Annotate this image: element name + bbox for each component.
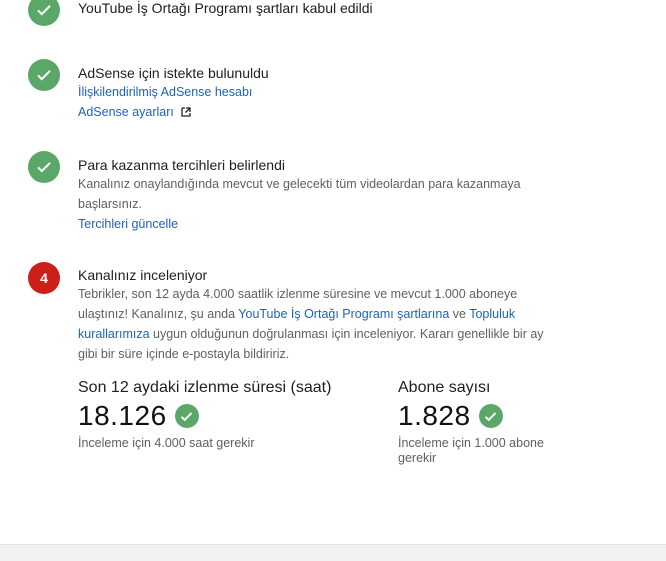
external-link-icon xyxy=(181,103,192,123)
stat-value: 1.828 xyxy=(398,400,471,431)
step-number-badge: 4 xyxy=(28,262,60,294)
step-title: AdSense için istekte bulunuldu xyxy=(78,65,269,81)
adsense-settings-link[interactable]: AdSense ayarları xyxy=(78,102,548,123)
step-title: YouTube İş Ortağı Programı şartları kabu… xyxy=(78,0,373,16)
description-text: ve xyxy=(449,307,470,321)
step-description: Kanalınız onaylandığında mevcut ve gelec… xyxy=(78,174,548,214)
check-circle-icon xyxy=(28,59,60,91)
step-title: Kanalınız inceleniyor xyxy=(78,267,208,283)
watch-time-stat: Son 12 aydaki izlenme süresi (saat) 18.1… xyxy=(78,378,368,451)
description-line: başlarsınız. xyxy=(78,197,142,211)
stat-requirement: İnceleme için 1.000 abone gerekir xyxy=(398,436,544,465)
stat-label: Abone sayısı xyxy=(398,379,491,396)
check-circle-icon xyxy=(28,151,60,183)
check-circle-icon xyxy=(28,0,60,26)
link-label: AdSense ayarları xyxy=(78,105,174,119)
stat-value: 18.126 xyxy=(78,400,167,431)
subscribers-stat: Abone sayısı 1.828 İnceleme için 1.000 a… xyxy=(398,378,563,466)
ypp-terms-link[interactable]: YouTube İş Ortağı Programı şartlarına xyxy=(238,307,449,321)
update-preferences-link[interactable]: Tercihleri güncelle xyxy=(78,214,548,234)
linked-adsense-account-link[interactable]: İlişkilendirilmiş AdSense hesabı xyxy=(78,82,548,102)
stat-requirement: İnceleme için 4.000 saat gerekir xyxy=(78,436,255,450)
description-line: Kanalınız onaylandığında mevcut ve gelec… xyxy=(78,177,521,191)
check-circle-icon xyxy=(174,404,199,428)
step-title: Para kazanma tercihleri belirlendi xyxy=(78,157,285,173)
footer-bar xyxy=(0,544,666,561)
check-circle-icon xyxy=(478,404,503,428)
step-description: Tebrikler, son 12 ayda 4.000 saatlik izl… xyxy=(78,284,548,364)
stat-label: Son 12 aydaki izlenme süresi (saat) xyxy=(78,379,332,396)
